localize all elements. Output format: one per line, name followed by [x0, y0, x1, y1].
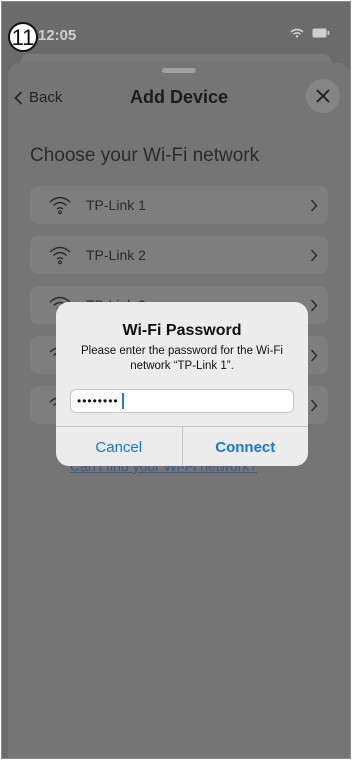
network-name: TP-Link 2 — [86, 247, 146, 263]
dialog-message: Please enter the password for the Wi-Fi … — [81, 345, 283, 372]
chevron-right-icon — [310, 199, 318, 211]
wifi-icon — [49, 196, 71, 215]
sheet-grabber[interactable] — [162, 68, 196, 73]
chevron-right-icon — [310, 249, 318, 261]
cancel-button[interactable]: Cancel — [56, 427, 182, 466]
wifi-password-dialog: Wi-Fi Password Please enter the password… — [56, 302, 308, 466]
wifi-status-icon — [290, 28, 304, 38]
step-number-badge: 11 — [8, 22, 38, 52]
clock: 12:05 — [38, 27, 77, 44]
section-heading: Choose your Wi-Fi network — [30, 145, 260, 166]
close-icon — [316, 89, 330, 103]
connect-button[interactable]: Connect — [181, 427, 309, 466]
chevron-right-icon — [310, 399, 318, 411]
password-input[interactable]: •••••••• — [70, 389, 294, 413]
dialog-title: Wi-Fi Password — [122, 322, 242, 339]
page-title: Add Device — [129, 87, 229, 107]
network-row[interactable]: TP-Link 2 — [30, 236, 328, 274]
text-cursor — [121, 393, 124, 409]
battery-icon — [312, 28, 330, 38]
chevron-right-icon — [310, 299, 318, 311]
system-icons — [290, 28, 330, 38]
network-name: TP-Link 1 — [86, 197, 146, 213]
network-row[interactable]: TP-Link 1 — [30, 186, 328, 224]
close-button[interactable] — [306, 79, 340, 113]
nav-bar: Back Add Device — [8, 77, 350, 121]
phone-screen: 11 12:05 Back Add Device Choose your Wi-… — [1, 1, 351, 759]
chevron-right-icon — [310, 349, 318, 361]
status-bar: 11 12:05 — [2, 2, 350, 52]
password-value: •••••••• — [77, 394, 119, 408]
wifi-icon — [49, 246, 71, 265]
dialog-actions: Cancel Connect — [56, 426, 308, 466]
